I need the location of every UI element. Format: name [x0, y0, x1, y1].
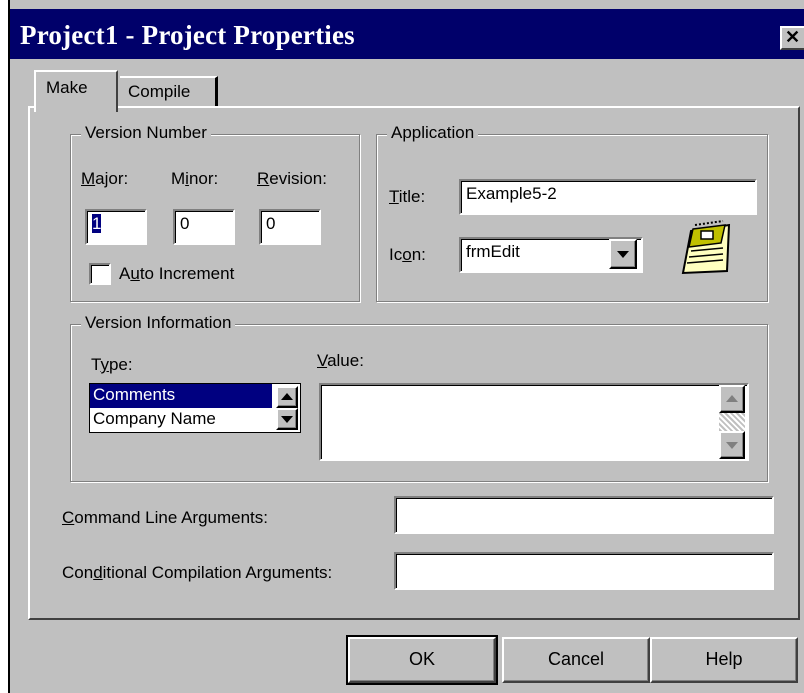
- application-group: Application Title: Example5-2 Icon: frmE…: [376, 123, 768, 302]
- chevron-down-icon: [617, 251, 629, 258]
- conditional-label: Conditional Compilation Arguments:: [62, 563, 333, 582]
- value-scrollbar[interactable]: [719, 385, 745, 459]
- revision-input[interactable]: 0: [259, 209, 321, 245]
- tab-make-label: Make: [46, 78, 88, 97]
- value-label: Value:: [317, 351, 364, 370]
- tab-compile[interactable]: Compile: [120, 76, 218, 108]
- list-item[interactable]: Comments: [90, 384, 272, 408]
- type-scroll-up[interactable]: [276, 386, 298, 408]
- version-information-group: Version Information Type: Value: Comment…: [70, 313, 768, 482]
- icon-select[interactable]: frmEdit: [459, 237, 643, 273]
- icon-select-value: frmEdit: [466, 242, 520, 261]
- command-line-label: Command Line Arguments:: [62, 508, 268, 527]
- chevron-up-icon: [726, 395, 738, 402]
- revision-value: 0: [266, 214, 276, 233]
- type-label: Type:: [91, 355, 133, 374]
- major-label: Major:: [81, 169, 129, 188]
- value-textarea[interactable]: [319, 383, 749, 461]
- major-value: 1: [92, 214, 102, 233]
- major-input[interactable]: 1: [85, 209, 147, 245]
- value-scroll-up[interactable]: [719, 385, 745, 413]
- list-item[interactable]: Company Name: [90, 408, 272, 432]
- version-information-legend: Version Information: [81, 313, 236, 333]
- tab-make[interactable]: Make: [34, 70, 118, 112]
- title-label: Title:: [389, 187, 426, 206]
- window-title: Project1 - Project Properties: [20, 20, 355, 50]
- help-button[interactable]: Help: [650, 637, 798, 683]
- version-number-legend: Version Number: [81, 123, 211, 143]
- revision-label: Revision:: [257, 169, 327, 188]
- cancel-button[interactable]: Cancel: [502, 637, 650, 683]
- auto-increment-label: Auto Increment: [119, 264, 235, 283]
- auto-increment-checkbox[interactable]: [89, 263, 111, 285]
- title-bar: Project1 - Project Properties: [10, 9, 804, 59]
- icon-label: Icon:: [389, 245, 426, 264]
- type-listbox[interactable]: Comments Company Name: [89, 383, 301, 433]
- close-icon: ✕: [785, 27, 801, 47]
- chevron-down-icon: [281, 416, 293, 423]
- icon-dropdown-button[interactable]: [609, 239, 637, 269]
- minor-value: 0: [180, 214, 190, 233]
- tab-compile-label: Compile: [128, 82, 191, 101]
- minor-input[interactable]: 0: [173, 209, 235, 245]
- chevron-down-icon: [726, 442, 738, 449]
- ok-button[interactable]: OK: [346, 635, 498, 685]
- notepad-icon: [677, 219, 737, 277]
- minor-label: Minor:: [171, 169, 219, 188]
- type-scroll-down[interactable]: [276, 408, 298, 430]
- title-input[interactable]: Example5-2: [459, 179, 757, 215]
- close-button[interactable]: ✕: [780, 26, 804, 50]
- title-value: Example5-2: [466, 184, 557, 203]
- tab-panel: Version Number Major: Minor: Revision: 1…: [28, 106, 800, 620]
- chevron-up-icon: [281, 393, 293, 400]
- command-line-input[interactable]: [394, 496, 774, 534]
- value-scroll-down[interactable]: [719, 431, 745, 459]
- conditional-input[interactable]: [394, 552, 774, 590]
- application-legend: Application: [387, 123, 479, 143]
- version-number-group: Version Number Major: Minor: Revision: 1…: [70, 123, 360, 302]
